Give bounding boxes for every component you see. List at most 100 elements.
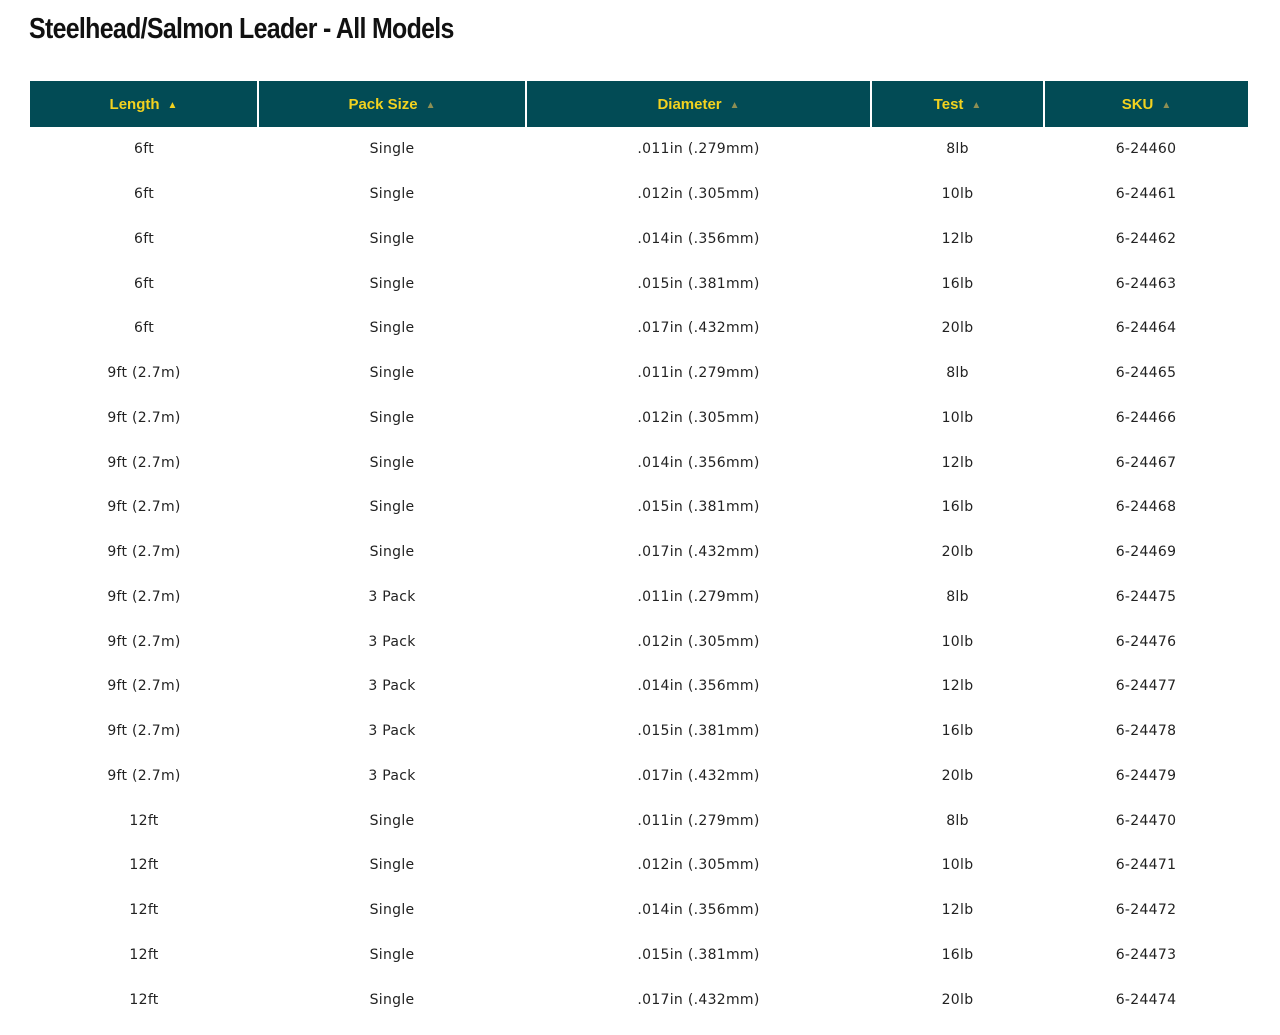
table-row: 6ft Single .015in (.381mm) 16lb 6-24463	[30, 261, 1248, 306]
cell-sku: 6-24478	[1115, 723, 1177, 740]
table-row: 9ft (2.7m) 3 Pack .017in (.432mm) 20lb 6-244…	[30, 754, 1248, 799]
cell-diameter: .012in (.305mm)	[637, 409, 760, 426]
cell-sku: 6-24471	[1115, 857, 1177, 874]
table-row: 9ft (2.7m) Single .014in (.356mm) 12lb 6-244…	[30, 440, 1248, 485]
table-row: 9ft (2.7m) 3 Pack .015in (.381mm) 16lb 6-244…	[30, 709, 1248, 754]
column-header-label: Length	[109, 95, 160, 113]
cell-pack-size: Single	[369, 230, 415, 247]
cell-sku: 6-24470	[1115, 812, 1177, 829]
product-table: Length ▲ Pack Size ▲ Diameter ▲ Test ▲ SKU ▲ …	[30, 81, 1248, 1022]
table-row: 12ft Single .017in (.432mm) 20lb 6-24474	[30, 977, 1248, 1022]
cell-test: 16lb	[941, 499, 974, 516]
column-header-label: SKU	[1121, 95, 1154, 113]
cell-sku: 6-24477	[1115, 678, 1177, 695]
table-row: 12ft Single .012in (.305mm) 10lb 6-24471	[30, 843, 1248, 888]
column-header-label: Pack Size	[348, 95, 418, 113]
column-header-sku[interactable]: SKU ▲	[1044, 81, 1248, 127]
cell-sku: 6-24463	[1115, 275, 1177, 292]
cell-pack-size: Single	[369, 946, 415, 963]
cell-length: 12ft	[129, 857, 159, 874]
cell-test: 12lb	[941, 678, 974, 695]
cell-pack-size: Single	[369, 275, 415, 292]
cell-sku: 6-24474	[1115, 991, 1177, 1008]
cell-diameter: .015in (.381mm)	[637, 946, 760, 963]
column-header-diameter[interactable]: Diameter ▲	[526, 81, 872, 127]
cell-diameter: .017in (.432mm)	[637, 544, 760, 561]
cell-test: 16lb	[941, 275, 974, 292]
triangle-up-icon: ▲	[1161, 99, 1172, 111]
table-header: Length ▲ Pack Size ▲ Diameter ▲ Test ▲ SKU ▲	[30, 81, 1248, 127]
cell-test: 12lb	[941, 902, 974, 919]
cell-length: 9ft (2.7m)	[107, 544, 181, 561]
table-row: 6ft Single .017in (.432mm) 20lb 6-24464	[30, 306, 1248, 351]
cell-pack-size: 3 Pack	[368, 678, 416, 695]
table-row: 9ft (2.7m) Single .015in (.381mm) 16lb 6-244…	[30, 485, 1248, 530]
cell-diameter: .011in (.279mm)	[637, 141, 760, 158]
table-row: 12ft Single .015in (.381mm) 16lb 6-24473	[30, 933, 1248, 978]
cell-pack-size: Single	[369, 141, 415, 158]
product-table-container: Length ▲ Pack Size ▲ Diameter ▲ Test ▲ SKU ▲ …	[30, 81, 1248, 1022]
cell-length: 12ft	[129, 902, 159, 919]
page-title: Steelhead/Salmon Leader - All Models	[29, 13, 454, 45]
cell-sku: 6-24465	[1115, 365, 1177, 382]
table-row: 12ft Single .011in (.279mm) 8lb 6-24470	[30, 798, 1248, 843]
cell-test: 10lb	[941, 633, 974, 650]
cell-test: 20lb	[941, 991, 974, 1008]
cell-length: 12ft	[129, 991, 159, 1008]
cell-diameter: .014in (.356mm)	[637, 454, 760, 471]
cell-sku: 6-24469	[1115, 544, 1177, 561]
cell-diameter: .017in (.432mm)	[637, 991, 760, 1008]
cell-pack-size: Single	[369, 499, 415, 516]
cell-sku: 6-24476	[1115, 633, 1177, 650]
cell-sku: 6-24473	[1115, 946, 1177, 963]
cell-diameter: .014in (.356mm)	[637, 902, 760, 919]
cell-pack-size: 3 Pack	[368, 767, 416, 784]
cell-diameter: .015in (.381mm)	[637, 723, 760, 740]
cell-sku: 6-24467	[1115, 454, 1177, 471]
cell-pack-size: 3 Pack	[368, 723, 416, 740]
table-row: 9ft (2.7m) 3 Pack .014in (.356mm) 12lb 6-244…	[30, 664, 1248, 709]
cell-length: 9ft (2.7m)	[107, 365, 181, 382]
cell-pack-size: Single	[369, 186, 415, 203]
cell-test: 16lb	[941, 723, 974, 740]
triangle-up-icon: ▲	[971, 99, 982, 111]
table-row: 9ft (2.7m) 3 Pack .012in (.305mm) 10lb 6-244…	[30, 619, 1248, 664]
cell-pack-size: Single	[369, 454, 415, 471]
table-header-row: Length ▲ Pack Size ▲ Diameter ▲ Test ▲ SKU ▲	[30, 81, 1248, 127]
table-row: 9ft (2.7m) 3 Pack .011in (.279mm) 8lb 6-2447…	[30, 575, 1248, 620]
cell-length: 9ft (2.7m)	[107, 499, 181, 516]
table-row: 12ft Single .014in (.356mm) 12lb 6-24472	[30, 888, 1248, 933]
cell-sku: 6-24466	[1115, 409, 1177, 426]
cell-test: 8lb	[946, 812, 969, 829]
cell-diameter: .014in (.356mm)	[637, 230, 760, 247]
cell-length: 9ft (2.7m)	[107, 723, 181, 740]
cell-pack-size: 3 Pack	[368, 588, 416, 605]
cell-length: 12ft	[129, 812, 159, 829]
column-header-length[interactable]: Length ▲	[30, 81, 259, 127]
table-row: 6ft Single .011in (.279mm) 8lb 6-24460	[30, 127, 1248, 172]
cell-length: 9ft (2.7m)	[107, 409, 181, 426]
cell-test: 16lb	[941, 946, 974, 963]
cell-pack-size: Single	[369, 365, 415, 382]
cell-sku: 6-24464	[1115, 320, 1177, 337]
cell-sku: 6-24472	[1115, 902, 1177, 919]
cell-length: 6ft	[134, 230, 154, 247]
column-header-pack-size[interactable]: Pack Size ▲	[258, 81, 527, 127]
cell-length: 9ft (2.7m)	[107, 767, 181, 784]
cell-diameter: .017in (.432mm)	[637, 767, 760, 784]
cell-pack-size: Single	[369, 857, 415, 874]
column-header-test[interactable]: Test ▲	[871, 81, 1045, 127]
cell-sku: 6-24461	[1115, 186, 1177, 203]
column-header-label: Test	[933, 95, 964, 113]
cell-length: 9ft (2.7m)	[107, 633, 181, 650]
cell-length: 6ft	[134, 186, 154, 203]
cell-sku: 6-24475	[1115, 588, 1177, 605]
triangle-up-icon: ▲	[729, 99, 740, 111]
cell-length: 6ft	[134, 141, 154, 158]
cell-test: 10lb	[941, 409, 974, 426]
cell-diameter: .011in (.279mm)	[637, 365, 760, 382]
table-row: 9ft (2.7m) Single .012in (.305mm) 10lb 6-244…	[30, 396, 1248, 441]
table-row: 9ft (2.7m) Single .017in (.432mm) 20lb 6-244…	[30, 530, 1248, 575]
cell-pack-size: Single	[369, 902, 415, 919]
cell-sku: 6-24462	[1115, 230, 1177, 247]
